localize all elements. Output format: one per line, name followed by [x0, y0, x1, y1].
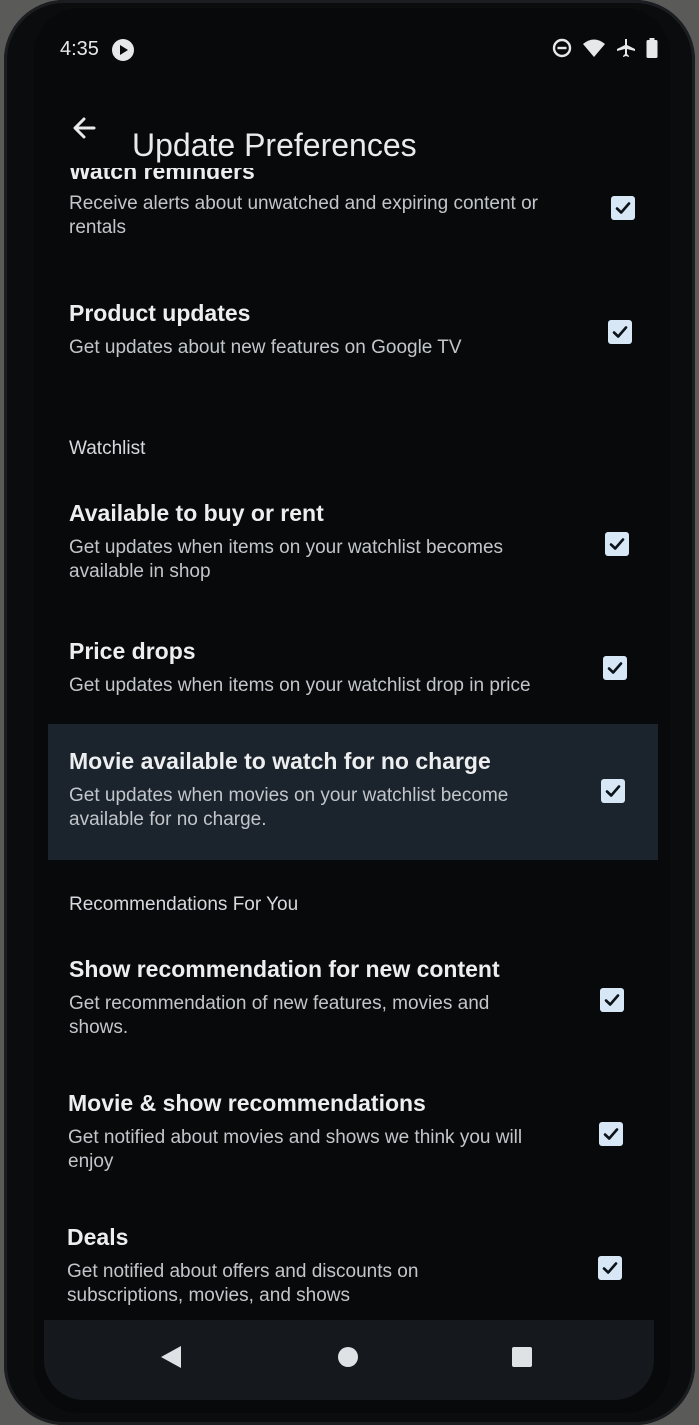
preference-row-show-recommendation-new-content[interactable]: Show recommendation for new content Get …	[34, 950, 670, 1060]
preference-title: Price drops	[69, 638, 196, 664]
page-title: Update Preferences	[132, 127, 417, 164]
preference-description: Get updates when movies on your watchlis…	[69, 785, 509, 830]
section-header-watchlist: Watchlist	[69, 438, 146, 459]
airplane-mode-icon	[616, 38, 636, 58]
preference-row-movie-available-no-charge[interactable]: Movie available to watch for no charge G…	[48, 724, 658, 860]
preference-title: Deals	[67, 1224, 129, 1250]
preference-title: Movie available to watch for no charge	[69, 748, 491, 774]
checkbox-watch-reminders[interactable]	[611, 196, 635, 220]
preference-row-product-updates[interactable]: Product updates Get updates about new fe…	[34, 296, 670, 396]
status-bar: 4:35	[34, 8, 670, 88]
preference-title: Watch reminders	[69, 168, 255, 184]
preference-description: Get updates when items on your watchlist…	[69, 675, 531, 696]
preference-description: Get notified about offers and discounts …	[67, 1261, 419, 1306]
nav-back-icon[interactable]	[159, 1344, 183, 1375]
preference-title: Product updates	[69, 300, 251, 326]
preference-row-watch-reminders[interactable]: Watch reminders Receive alerts about unw…	[34, 168, 670, 276]
checkbox-deals[interactable]	[598, 1256, 622, 1280]
app-bar: Update Preferences	[34, 98, 670, 163]
preference-row-price-drops[interactable]: Price drops Get updates when items on yo…	[34, 630, 670, 720]
checkbox-price-drops[interactable]	[603, 656, 627, 680]
checkbox-movie-available-no-charge[interactable]	[601, 779, 625, 803]
nav-recents-icon[interactable]	[510, 1344, 534, 1375]
section-header-recommendations: Recommendations For You	[69, 894, 299, 915]
do-not-disturb-icon	[552, 38, 572, 58]
preference-title: Show recommendation for new content	[69, 956, 500, 982]
phone-bezel: 4:35 Update Preferences Watch reminders …	[4, 0, 695, 1425]
preference-description: Get recommendation of new features, movi…	[69, 993, 490, 1038]
preference-title: Available to buy or rent	[69, 500, 324, 526]
preference-description: Get updates when items on your watchlist…	[69, 537, 504, 582]
arrow-back-icon[interactable]	[68, 112, 100, 144]
preference-row-deals[interactable]: Deals Get notified about offers and disc…	[34, 1218, 670, 1318]
battery-icon	[646, 38, 658, 58]
checkbox-product-updates[interactable]	[608, 320, 632, 344]
preference-description: Get updates about new features on Google…	[69, 337, 462, 358]
checkbox-available-to-buy-or-rent[interactable]	[605, 532, 629, 556]
preference-row-available-to-buy-or-rent[interactable]: Available to buy or rent Get updates whe…	[34, 494, 670, 604]
cast-icon	[112, 39, 134, 61]
phone-screen: 4:35 Update Preferences Watch reminders …	[34, 8, 670, 1413]
status-icons	[552, 38, 658, 58]
navigation-bar	[44, 1320, 654, 1400]
nav-home-icon[interactable]	[336, 1344, 360, 1375]
checkbox-movie-show-recommendations[interactable]	[599, 1122, 623, 1146]
preferences-list: Watch reminders Receive alerts about unw…	[34, 168, 670, 1318]
checkbox-show-recommendation-new-content[interactable]	[600, 988, 624, 1012]
preference-row-movie-show-recommendations[interactable]: Movie & show recommendations Get notifie…	[34, 1084, 670, 1194]
preference-description: Get notified about movies and shows we t…	[68, 1127, 523, 1172]
status-time: 4:35	[60, 38, 99, 60]
preference-description: Receive alerts about unwatched and expir…	[69, 193, 538, 238]
preference-title: Movie & show recommendations	[68, 1090, 426, 1116]
wifi-icon	[582, 38, 606, 58]
